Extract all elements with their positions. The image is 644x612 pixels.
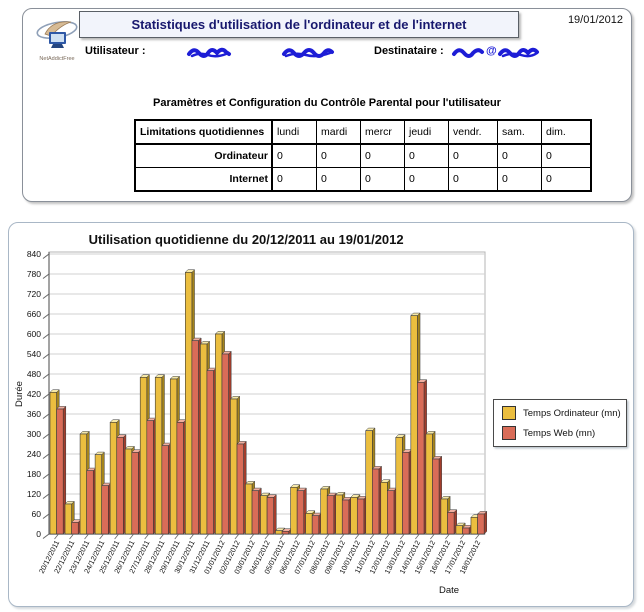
table-header-row: Limitations quotidiennes lundi mardi mer… (135, 120, 591, 144)
cell-ordinateur-vendr: 0 (449, 144, 498, 168)
redacted-email-local (451, 46, 485, 59)
cell-ordinateur-mardi: 0 (317, 144, 361, 168)
col-header-limitations: Limitations quotidiennes (135, 120, 272, 144)
cell-ordinateur-dim: 0 (542, 144, 592, 168)
svg-text:60: 60 (32, 509, 42, 519)
legend-item-ordinateur: Temps Ordinateur (mn) (502, 406, 626, 420)
col-header-vendr: vendr. (449, 120, 498, 144)
report-date: 19/01/2012 (568, 14, 623, 26)
svg-text:480: 480 (27, 369, 41, 379)
cell-ordinateur-mercr: 0 (361, 144, 405, 168)
col-header-sam: sam. (498, 120, 542, 144)
table-row-ordinateur: Ordinateur 0 0 0 0 0 0 0 (135, 144, 591, 168)
svg-text:720: 720 (27, 289, 41, 299)
row-label-internet: Internet (135, 168, 272, 192)
table-row-internet: Internet 0 0 0 0 0 0 0 (135, 168, 591, 192)
cell-internet-vendr: 0 (449, 168, 498, 192)
cell-internet-mardi: 0 (317, 168, 361, 192)
cell-ordinateur-lundi: 0 (272, 144, 317, 168)
svg-text:180: 180 (27, 469, 41, 479)
user-label: Utilisateur : (85, 45, 146, 57)
svg-text:0: 0 (36, 529, 41, 539)
report-header-panel: NetAddictFree Statistiques d'utilisation… (22, 8, 632, 202)
svg-text:840: 840 (27, 249, 41, 259)
chart-legend: Temps Ordinateur (mn) Temps Web (mn) (493, 399, 627, 447)
cell-ordinateur-sam: 0 (498, 144, 542, 168)
email-at-sign: @ (486, 45, 497, 57)
cell-ordinateur-jeudi: 0 (405, 144, 449, 168)
report-title-bar: Statistiques d'utilisation de l'ordinate… (79, 11, 519, 38)
redacted-computer-name (281, 46, 335, 59)
svg-text:360: 360 (27, 409, 41, 419)
legend-label-ordinateur: Temps Ordinateur (mn) (523, 408, 621, 419)
chart-title: Utilisation quotidienne du 20/12/2011 au… (9, 232, 483, 247)
usage-chart-panel: Utilisation quotidienne du 20/12/2011 au… (8, 222, 634, 607)
section-heading: Paramètres et Configuration du Contrôle … (23, 97, 631, 109)
svg-text:660: 660 (27, 309, 41, 319)
user-line: Utilisateur : Destinataire : @ (23, 45, 631, 61)
legend-item-web: Temps Web (mn) (502, 426, 626, 440)
report-title: Statistiques d'utilisation de l'ordinate… (131, 17, 466, 32)
svg-text:300: 300 (27, 429, 41, 439)
recipient-label: Destinataire : (374, 45, 444, 57)
redacted-username (186, 46, 232, 59)
svg-text:600: 600 (27, 329, 41, 339)
col-header-mercr: mercr (361, 120, 405, 144)
legend-swatch-web (502, 426, 516, 440)
svg-text:120: 120 (27, 489, 41, 499)
legend-label-web: Temps Web (mn) (523, 428, 595, 439)
limits-table: Limitations quotidiennes lundi mardi mer… (134, 119, 592, 192)
report-page: NetAddictFree Statistiques d'utilisation… (0, 0, 644, 612)
row-label-ordinateur: Ordinateur (135, 144, 272, 168)
legend-swatch-ordinateur (502, 406, 516, 420)
col-header-jeudi: jeudi (405, 120, 449, 144)
redacted-email-domain (497, 46, 541, 59)
cell-internet-sam: 0 (498, 168, 542, 192)
svg-text:540: 540 (27, 349, 41, 359)
col-header-dim: dim. (542, 120, 592, 144)
col-header-mardi: mardi (317, 120, 361, 144)
svg-text:780: 780 (27, 269, 41, 279)
svg-text:420: 420 (27, 389, 41, 399)
y-axis-title: Durée (14, 381, 25, 407)
cell-internet-jeudi: 0 (405, 168, 449, 192)
x-axis-title: Date (439, 585, 459, 596)
col-header-lundi: lundi (272, 120, 317, 144)
cell-internet-dim: 0 (542, 168, 592, 192)
cell-internet-lundi: 0 (272, 168, 317, 192)
cell-internet-mercr: 0 (361, 168, 405, 192)
svg-text:240: 240 (27, 449, 41, 459)
